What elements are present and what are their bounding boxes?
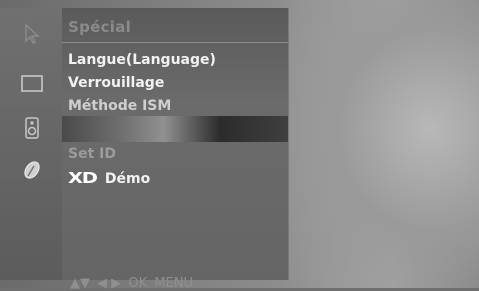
menu-title: Spécial	[68, 18, 132, 36]
xd-demo-label: Démo	[104, 171, 151, 187]
left-right-arrows-icon: ◀ ▶	[97, 276, 122, 291]
category-icon-rail	[0, 8, 62, 280]
title-divider	[62, 42, 288, 43]
menu-item-xd-demo[interactable]: XD Démo	[68, 169, 150, 187]
background-glow	[285, 0, 479, 288]
screen-icon[interactable]	[20, 72, 44, 96]
menu-item-lock[interactable]: Verrouillage	[68, 75, 164, 91]
menu-hint: MENU	[154, 276, 193, 291]
menu-item-language[interactable]: Langue(Language)	[68, 52, 216, 68]
menu-item-selected-highlight[interactable]	[62, 116, 288, 142]
speaker-icon[interactable]	[20, 116, 44, 140]
navigation-hint-bar: ▲▼ ◀ ▶ OK MENU	[70, 276, 196, 291]
up-down-arrows-icon: ▲▼	[70, 276, 90, 291]
menu-item-ism-method[interactable]: Méthode ISM	[68, 98, 171, 114]
menu-item-set-id[interactable]: Set ID	[68, 146, 116, 162]
cursor-icon[interactable]	[20, 22, 44, 46]
xd-logo: XD	[68, 169, 98, 187]
ok-hint: OK	[128, 276, 148, 291]
special-menu-panel: Spécial Langue(Language) Verrouillage Mé…	[62, 8, 289, 291]
satellite-dish-icon[interactable]	[20, 158, 44, 182]
